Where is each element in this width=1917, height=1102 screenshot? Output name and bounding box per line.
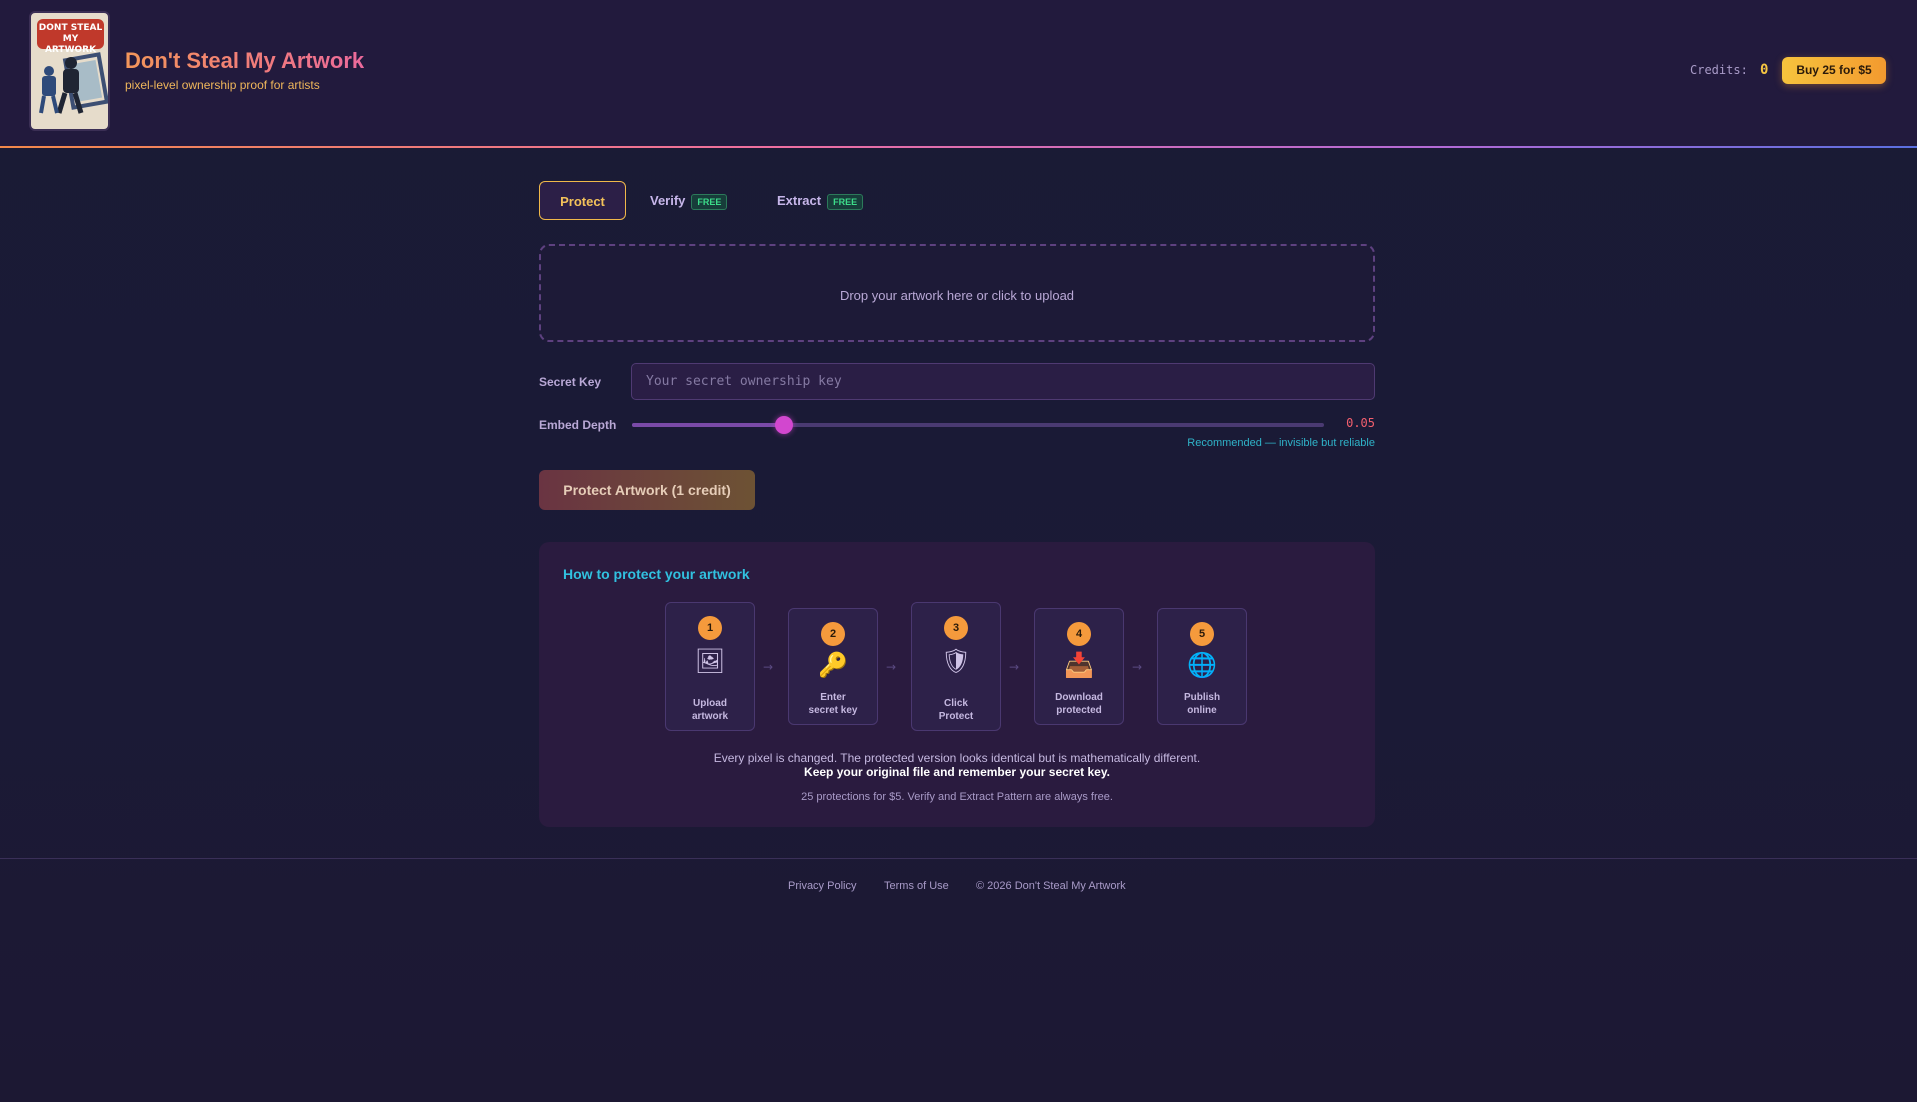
step-label: Click Protect bbox=[912, 697, 1000, 723]
logo-badge: DONT STEAL MY ARTWORK bbox=[37, 19, 104, 55]
step-number: 4 bbox=[1067, 622, 1091, 646]
step-label: Publish online bbox=[1158, 691, 1246, 717]
step-number: 3 bbox=[944, 616, 968, 640]
howto-title: How to protect your artwork bbox=[563, 566, 750, 582]
download-tray-icon: 📥 bbox=[1064, 651, 1094, 679]
upload-dropzone[interactable]: Drop your artwork here or click to uploa… bbox=[539, 244, 1375, 342]
step-label: Download protected bbox=[1035, 691, 1123, 717]
credits-label: Credits: bbox=[1690, 63, 1748, 77]
howto-description: Every pixel is changed. The protected ve… bbox=[713, 751, 1201, 765]
globe-icon: 🌐 bbox=[1187, 651, 1217, 679]
step-label-line: Download bbox=[1055, 692, 1103, 703]
footer-divider bbox=[0, 858, 1917, 859]
dropzone-text: Drop your artwork here or click to uploa… bbox=[839, 288, 1075, 303]
terms-of-use-link[interactable]: Terms of Use bbox=[884, 880, 949, 892]
step-label-line: artwork bbox=[691, 711, 729, 722]
credits-count: 0 bbox=[1760, 62, 1769, 78]
app-title: Don't Steal My Artwork bbox=[125, 48, 365, 73]
step-enter-secret-key: 2 🔑 Enter secret key bbox=[788, 608, 878, 725]
embed-depth-slider[interactable] bbox=[632, 416, 1324, 434]
image-icon: 🖼 bbox=[694, 647, 726, 675]
secret-key-label: Secret Key bbox=[539, 375, 602, 389]
step-label-line: online bbox=[1187, 705, 1217, 716]
step-download-protected: 4 📥 Download protected bbox=[1034, 608, 1124, 725]
app-subtitle: pixel-level ownership proof for artists bbox=[125, 78, 320, 92]
arrow-icon: → bbox=[763, 660, 774, 674]
howto-warning: Keep your original file and remember you… bbox=[804, 765, 1110, 779]
arrow-icon: → bbox=[1009, 660, 1020, 674]
step-label: Upload artwork bbox=[666, 697, 754, 723]
tab-label: Verify bbox=[650, 193, 686, 208]
step-number: 5 bbox=[1190, 622, 1214, 646]
slider-fill bbox=[632, 423, 785, 427]
step-number: 1 bbox=[698, 616, 722, 640]
step-label-line: protected bbox=[1056, 705, 1102, 716]
step-upload-artwork: 1 🖼 Upload artwork bbox=[665, 602, 755, 731]
embed-depth-hint: Recommended — invisible but reliable bbox=[1187, 437, 1375, 449]
tab-verify[interactable]: Verify FREE bbox=[650, 181, 728, 220]
step-label-line: Protect bbox=[938, 711, 974, 722]
step-label-line: Upload bbox=[693, 698, 727, 709]
step-label-line: secret key bbox=[808, 705, 858, 716]
free-badge: FREE bbox=[691, 193, 728, 210]
header-divider bbox=[0, 146, 1917, 148]
secret-key-input[interactable] bbox=[631, 363, 1375, 400]
key-icon: 🔑 bbox=[818, 651, 848, 679]
buy-credits-button[interactable]: Buy 25 for $5 bbox=[1782, 57, 1886, 84]
step-publish-online: 5 🌐 Publish online bbox=[1157, 608, 1247, 725]
slider-thumb[interactable] bbox=[775, 416, 794, 434]
logo-illustration-icon bbox=[39, 52, 108, 114]
step-number: 2 bbox=[821, 622, 845, 646]
step-label-line: Enter bbox=[820, 692, 846, 703]
embed-depth-label: Embed Depth bbox=[539, 418, 617, 432]
free-badge: FREE bbox=[827, 193, 864, 210]
tab-extract[interactable]: Extract FREE bbox=[777, 181, 864, 220]
tab-label: Extract bbox=[777, 193, 822, 208]
howto-pricing-note: 25 protections for $5. Verify and Extrac… bbox=[801, 791, 1113, 803]
arrow-icon: → bbox=[886, 660, 897, 674]
arrow-icon: → bbox=[1132, 660, 1143, 674]
step-label-line: Click bbox=[944, 698, 968, 709]
privacy-policy-link[interactable]: Privacy Policy bbox=[788, 880, 856, 892]
howto-panel: How to protect your artwork 1 🖼 Upload a… bbox=[539, 542, 1375, 827]
step-label-line: Publish bbox=[1183, 692, 1221, 703]
step-label: Enter secret key bbox=[789, 691, 877, 717]
step-click-protect: 3 🛡 Click Protect bbox=[911, 602, 1001, 731]
shield-icon: 🛡 bbox=[940, 647, 972, 675]
tab-protect[interactable]: Protect bbox=[539, 181, 626, 220]
protect-artwork-button[interactable]: Protect Artwork (1 credit) bbox=[539, 470, 755, 510]
app-header: DONT STEAL MY ARTWORK Don't Steal My Art… bbox=[0, 0, 1917, 147]
embed-depth-value: 0.05 bbox=[1346, 416, 1375, 430]
logo[interactable]: DONT STEAL MY ARTWORK bbox=[29, 11, 110, 131]
tab-label: Protect bbox=[560, 194, 605, 209]
copyright-text: © 2026 Don't Steal My Artwork bbox=[976, 880, 1126, 892]
